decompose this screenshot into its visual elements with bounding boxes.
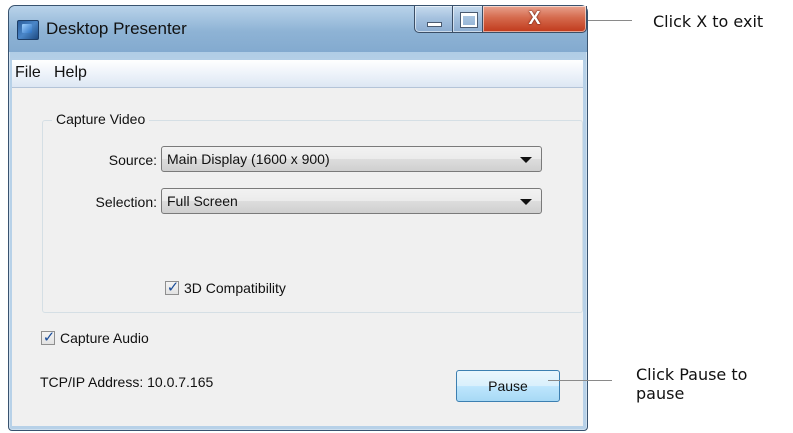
dropdown-arrow-icon: [520, 199, 532, 205]
source-label: Source:: [108, 152, 157, 168]
capture-video-group-label: Capture Video: [52, 111, 150, 127]
3d-compatibility-checkbox[interactable]: ✓: [165, 279, 180, 296]
tcp-ip-address: TCP/IP Address: 10.0.7.165: [40, 374, 214, 390]
3d-compatibility-label[interactable]: 3D Compatibility: [184, 280, 286, 296]
client-area: Capture Video Source: Main Display (1600…: [12, 88, 583, 426]
app-icon: [17, 20, 39, 40]
source-dropdown[interactable]: Main Display (1600 x 900): [161, 146, 542, 172]
exit-callout-line: [588, 20, 632, 21]
checkmark-icon: ✓: [166, 279, 180, 296]
checkmark-icon: ✓: [42, 329, 56, 346]
pause-callout-line1: Click Pause to: [636, 365, 748, 384]
title-bar[interactable]: Desktop Presenter X: [9, 6, 587, 52]
menu-file[interactable]: File: [15, 64, 41, 82]
dropdown-arrow-icon: [520, 157, 532, 163]
close-button[interactable]: X: [482, 6, 587, 33]
capture-audio-label[interactable]: Capture Audio: [60, 330, 149, 346]
close-icon: X: [528, 8, 541, 28]
window-title: Desktop Presenter: [46, 19, 187, 38]
menu-bar: File Help: [12, 60, 583, 88]
exit-callout: Click X to exit: [653, 12, 764, 31]
app-window: Desktop Presenter X File Help Capture Vi…: [8, 5, 588, 431]
pause-callout: Click Pause to pause: [636, 365, 747, 403]
pause-callout-line2: pause: [636, 384, 685, 403]
selection-dropdown[interactable]: Full Screen: [161, 188, 542, 214]
menu-help[interactable]: Help: [54, 64, 87, 82]
caption-buttons: X: [414, 6, 587, 34]
minimize-icon: [427, 22, 442, 27]
selection-label: Selection:: [95, 194, 157, 210]
capture-audio-checkbox[interactable]: ✓: [41, 329, 56, 346]
source-dropdown-value: Main Display (1600 x 900): [167, 151, 330, 167]
selection-dropdown-value: Full Screen: [167, 193, 238, 209]
minimize-button[interactable]: [414, 6, 454, 33]
pause-button[interactable]: Pause: [456, 370, 560, 402]
maximize-button[interactable]: [452, 6, 484, 33]
pause-callout-line: [548, 380, 612, 381]
maximize-icon: [461, 13, 477, 27]
